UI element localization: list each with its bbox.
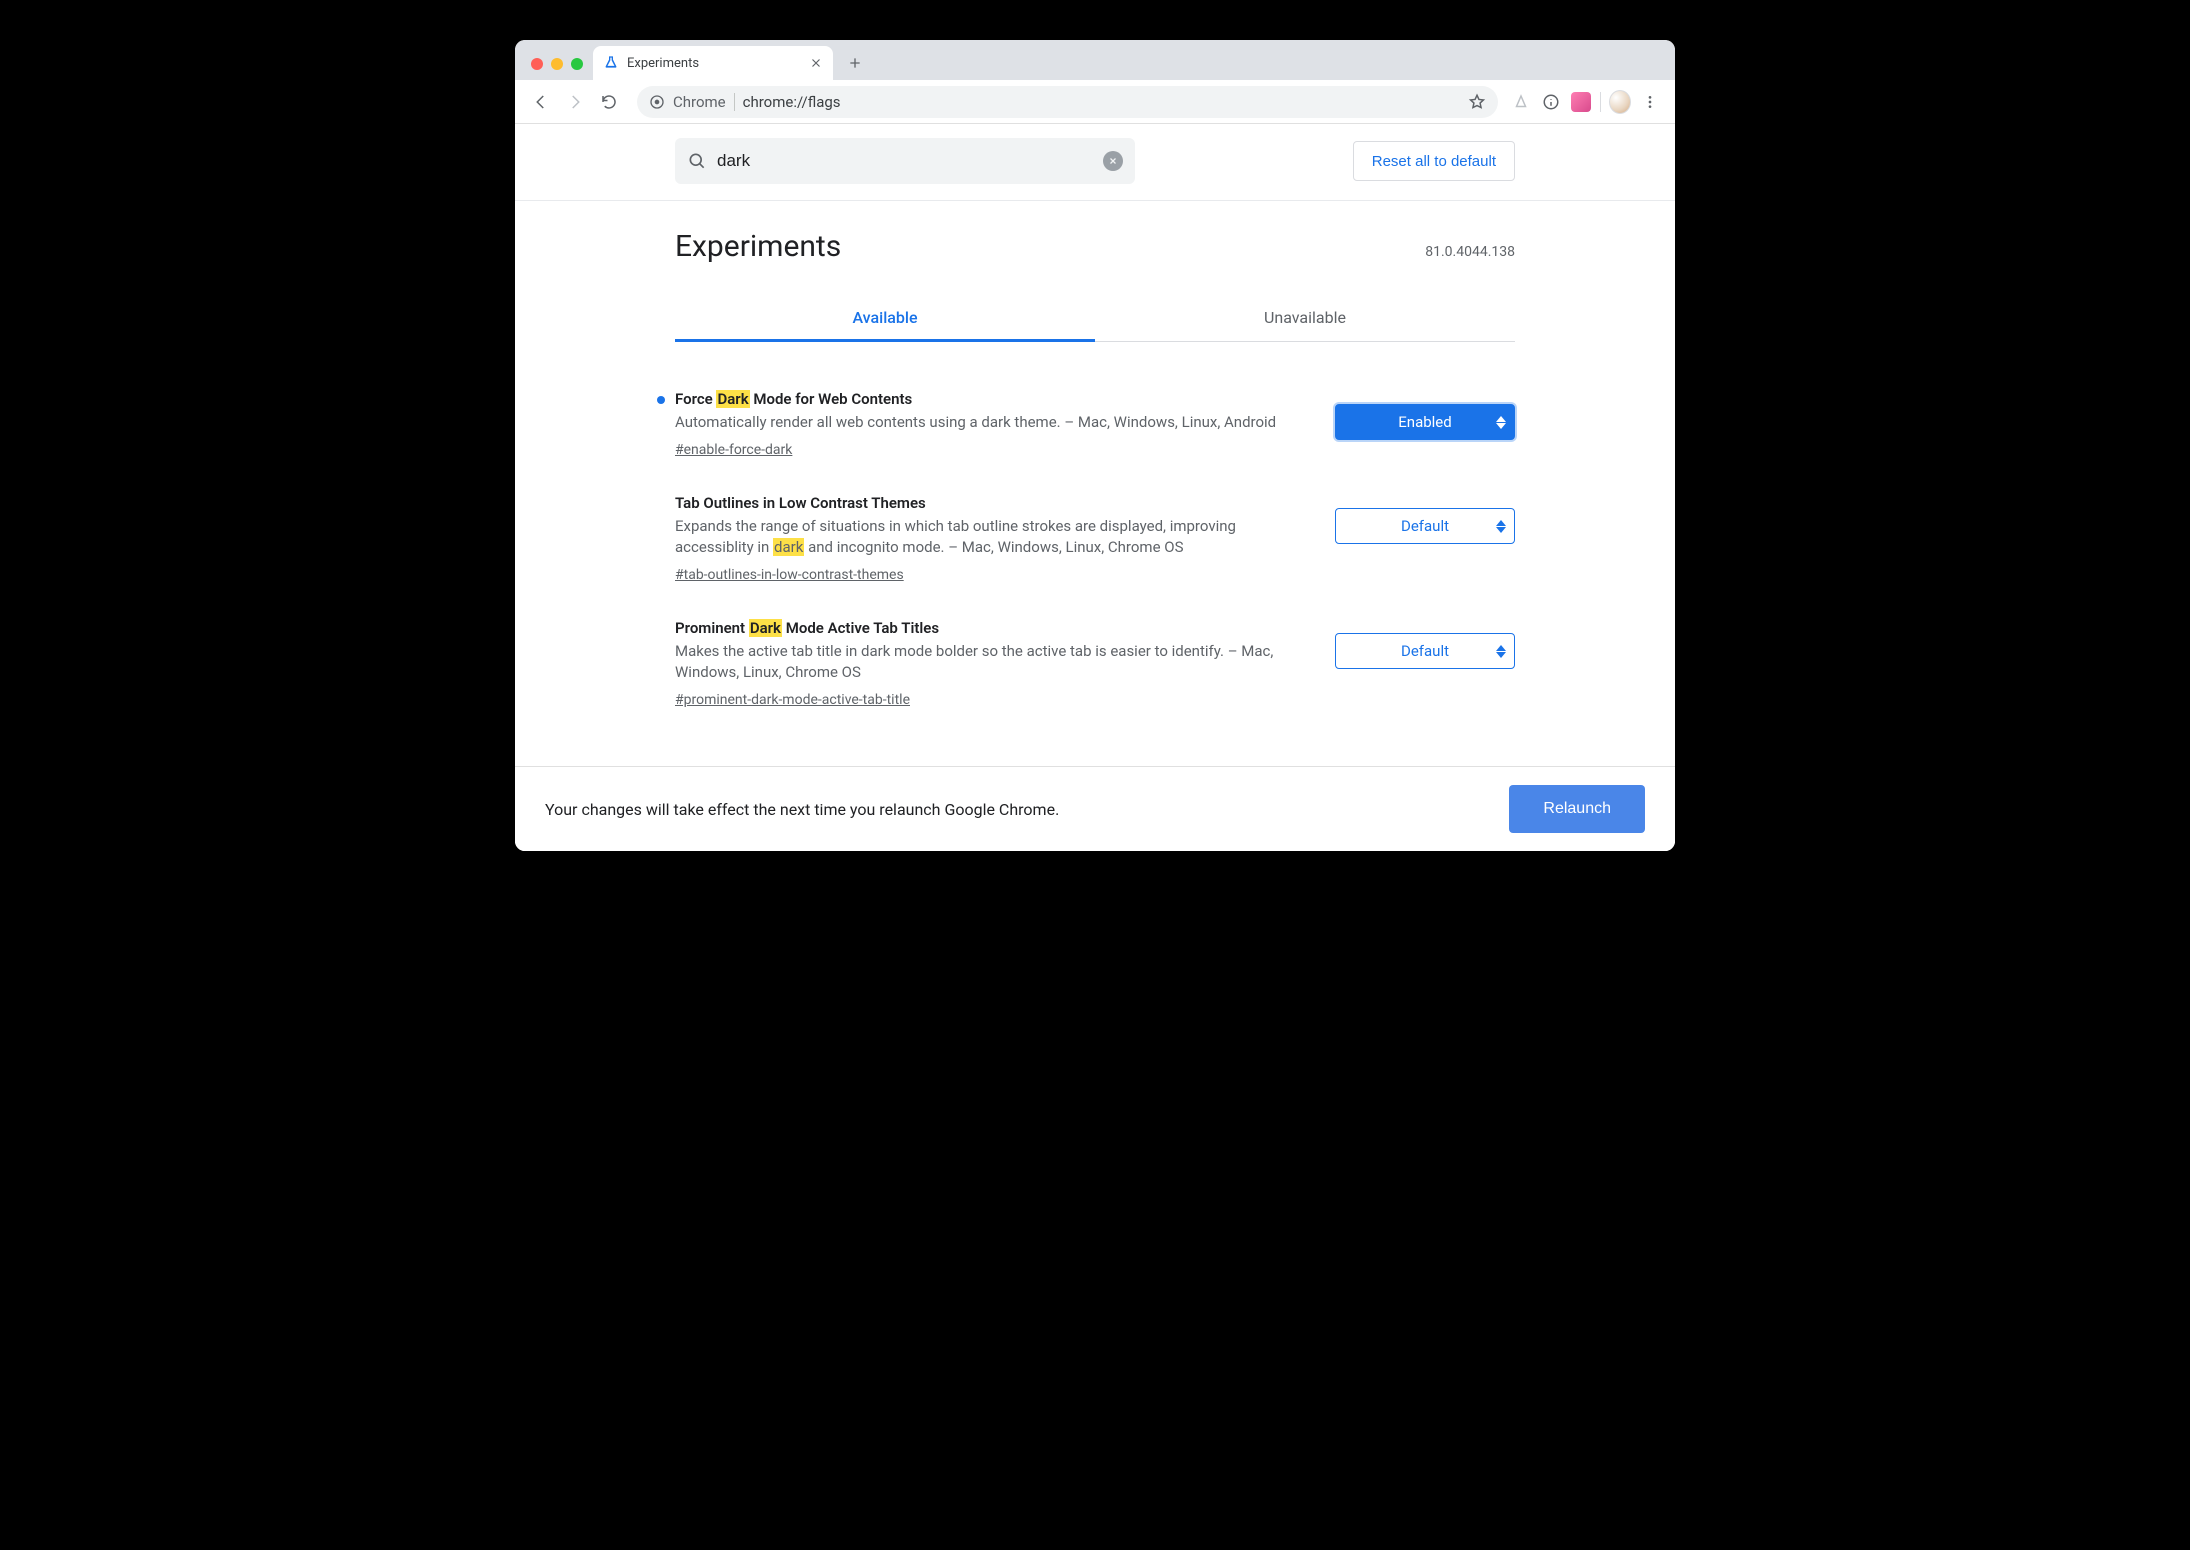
relaunch-button[interactable]: Relaunch bbox=[1509, 785, 1645, 833]
new-tab-button[interactable] bbox=[841, 49, 869, 77]
extension-info-icon[interactable] bbox=[1540, 91, 1562, 113]
omnibox-url: chrome://flags bbox=[743, 93, 841, 111]
flag-description: Expands the range of situations in which… bbox=[675, 516, 1315, 558]
relaunch-bar: Your changes will take effect the next t… bbox=[515, 766, 1675, 851]
omnibox-chip: Chrome bbox=[673, 93, 726, 111]
search-box[interactable] bbox=[675, 138, 1135, 184]
minimize-window-button[interactable] bbox=[551, 58, 563, 70]
flag-anchor-link[interactable]: #tab-outlines-in-low-contrast-themes bbox=[675, 567, 904, 583]
maximize-window-button[interactable] bbox=[571, 58, 583, 70]
tabs: Available Unavailable bbox=[675, 296, 1515, 342]
extension-pink-icon[interactable] bbox=[1570, 91, 1592, 113]
clear-search-button[interactable] bbox=[1103, 151, 1123, 171]
flask-icon bbox=[603, 55, 619, 71]
site-info-icon[interactable] bbox=[649, 94, 665, 110]
extension-icon[interactable] bbox=[1510, 91, 1532, 113]
flag-title: Force Dark Mode for Web Contents bbox=[675, 390, 1315, 408]
flag-select[interactable]: Default bbox=[1335, 508, 1515, 544]
flag-row: Tab Outlines in Low Contrast Themes Expan… bbox=[675, 476, 1515, 601]
window-controls bbox=[525, 58, 593, 80]
reload-button[interactable] bbox=[593, 86, 625, 118]
flag-row: Prominent Dark Mode Active Tab Titles Mak… bbox=[675, 601, 1515, 726]
flags-list: Force Dark Mode for Web Contents Automati… bbox=[675, 342, 1515, 766]
browser-window: Experiments Chrome chrome://flags bbox=[515, 40, 1675, 851]
relaunch-message: Your changes will take effect the next t… bbox=[545, 800, 1059, 819]
chevron-updown-icon bbox=[1496, 520, 1506, 533]
profile-avatar[interactable] bbox=[1609, 91, 1631, 113]
flag-select[interactable]: Default bbox=[1335, 633, 1515, 669]
flag-select[interactable]: Enabled bbox=[1335, 404, 1515, 440]
flag-title: Tab Outlines in Low Contrast Themes bbox=[675, 494, 1315, 512]
modified-indicator-icon bbox=[657, 396, 665, 404]
flag-anchor-link[interactable]: #prominent-dark-mode-active-tab-title bbox=[675, 692, 910, 708]
flag-row: Force Dark Mode for Web Contents Automati… bbox=[675, 372, 1515, 476]
chevron-updown-icon bbox=[1496, 416, 1506, 429]
tab-available[interactable]: Available bbox=[675, 296, 1095, 342]
browser-tab[interactable]: Experiments bbox=[593, 46, 833, 80]
flag-title: Prominent Dark Mode Active Tab Titles bbox=[675, 619, 1315, 637]
bookmark-star-icon[interactable] bbox=[1468, 93, 1486, 111]
extension-icons bbox=[1510, 91, 1665, 113]
page-title: Experiments bbox=[675, 229, 841, 264]
chrome-menu-button[interactable] bbox=[1639, 91, 1661, 113]
flag-description: Automatically render all web contents us… bbox=[675, 412, 1315, 433]
chevron-updown-icon bbox=[1496, 645, 1506, 658]
address-bar[interactable]: Chrome chrome://flags bbox=[637, 86, 1498, 118]
flag-description: Makes the active tab title in dark mode … bbox=[675, 641, 1315, 683]
tab-strip: Experiments bbox=[515, 40, 1675, 80]
search-input[interactable] bbox=[717, 151, 1093, 171]
page-content: Reset all to default Experiments 81.0.40… bbox=[515, 124, 1675, 851]
toolbar-separator bbox=[1600, 92, 1601, 112]
back-button[interactable] bbox=[525, 86, 557, 118]
close-window-button[interactable] bbox=[531, 58, 543, 70]
toolbar: Chrome chrome://flags bbox=[515, 80, 1675, 124]
close-tab-icon[interactable] bbox=[809, 56, 823, 70]
forward-button[interactable] bbox=[559, 86, 591, 118]
version-label: 81.0.4044.138 bbox=[1425, 244, 1515, 260]
flag-anchor-link[interactable]: #enable-force-dark bbox=[675, 442, 792, 458]
tab-title: Experiments bbox=[627, 56, 699, 71]
reset-all-button[interactable]: Reset all to default bbox=[1353, 141, 1515, 181]
search-icon bbox=[687, 151, 707, 171]
omnibox-divider bbox=[734, 93, 735, 111]
search-row: Reset all to default bbox=[675, 138, 1515, 200]
tab-unavailable[interactable]: Unavailable bbox=[1095, 296, 1515, 342]
